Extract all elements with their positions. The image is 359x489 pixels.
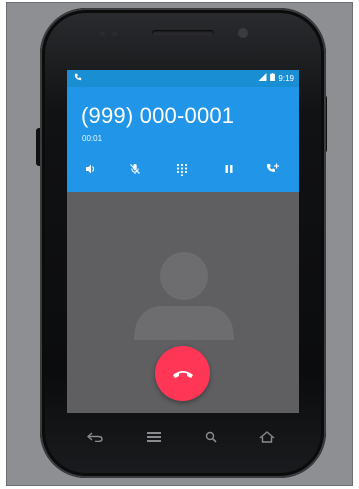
light-sensor bbox=[112, 31, 117, 36]
call-timer: 00:01 bbox=[82, 134, 103, 143]
phone-screen: 9:19 (999) 000-0001 00:01 bbox=[67, 70, 299, 413]
status-time: 9:19 bbox=[278, 73, 294, 83]
phone-icon bbox=[74, 73, 82, 83]
status-bar: 9:19 bbox=[67, 70, 299, 87]
signal-icon bbox=[258, 73, 267, 83]
mute-icon[interactable] bbox=[124, 158, 146, 180]
back-icon[interactable] bbox=[83, 427, 107, 447]
contact-avatar-icon bbox=[134, 252, 234, 340]
front-camera bbox=[238, 28, 248, 38]
end-call-icon bbox=[172, 370, 193, 378]
call-header: (999) 000-0001 00:01 bbox=[67, 87, 299, 192]
menu-icon[interactable] bbox=[142, 427, 166, 447]
hardware-nav-keys bbox=[67, 418, 299, 456]
end-call-button[interactable] bbox=[155, 346, 210, 401]
proximity-sensor bbox=[100, 31, 105, 36]
search-icon[interactable] bbox=[199, 427, 223, 447]
speaker-icon[interactable] bbox=[80, 158, 102, 180]
home-icon[interactable] bbox=[255, 427, 279, 447]
pause-icon[interactable] bbox=[218, 158, 240, 180]
add-call-icon[interactable] bbox=[261, 158, 283, 180]
in-call-actions bbox=[67, 158, 299, 180]
dialpad-icon[interactable] bbox=[171, 158, 193, 180]
caller-number: (999) 000-0001 bbox=[81, 103, 235, 128]
battery-icon bbox=[270, 73, 276, 83]
earpiece-speaker bbox=[152, 30, 214, 36]
